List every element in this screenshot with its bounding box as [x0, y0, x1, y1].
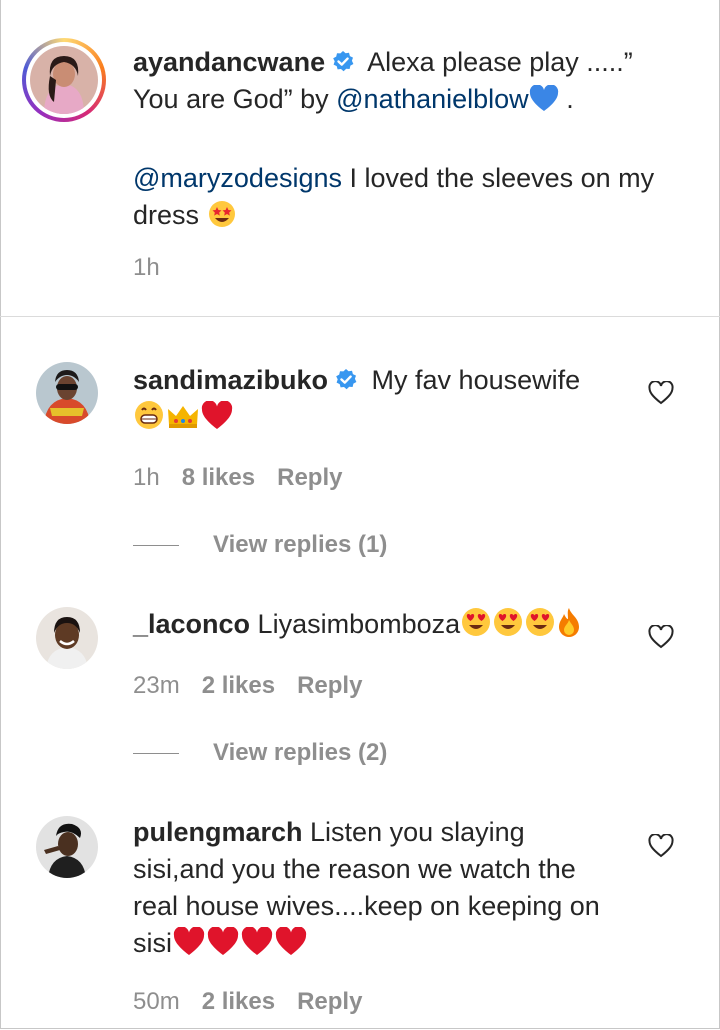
verified-badge-icon — [336, 369, 357, 390]
comment-username[interactable]: _laconco — [133, 609, 250, 639]
comment-text: pulengmarch Listen you slaying sisi,and … — [133, 814, 600, 967]
star-struck-emoji-icon — [207, 199, 237, 239]
avatar[interactable] — [30, 46, 98, 114]
comment-text: sandimazibuko My fav housewife — [133, 362, 580, 441]
view-replies-button[interactable]: View replies (2) — [133, 739, 387, 767]
verified-badge-icon — [333, 51, 354, 72]
red-heart-emoji-icon — [274, 926, 308, 967]
mention-link[interactable]: @nathanielblow — [336, 84, 529, 114]
avatar[interactable] — [36, 816, 98, 878]
reply-button[interactable]: Reply — [297, 672, 362, 699]
red-heart-emoji-icon — [206, 926, 240, 967]
reply-button[interactable]: Reply — [297, 988, 362, 1015]
like-heart-icon[interactable] — [648, 834, 674, 858]
like-heart-icon[interactable] — [648, 625, 674, 649]
blue-heart-emoji-icon — [529, 84, 559, 123]
timestamp: 1h — [133, 464, 160, 491]
caption-username[interactable]: ayandancwane — [133, 47, 325, 77]
comment-text: _laconco Liyasimbomboza — [133, 606, 582, 648]
mention-link[interactable]: @maryzodesigns — [133, 163, 342, 193]
timestamp: 23m — [133, 672, 180, 699]
heart-eyes-emoji-icon — [492, 606, 524, 648]
likes-count[interactable]: 2 likes — [202, 988, 275, 1015]
divider — [0, 316, 720, 317]
comment-username[interactable]: sandimazibuko — [133, 365, 328, 395]
view-replies-button[interactable]: View replies (1) — [133, 531, 387, 559]
comment-meta: 1h 8 likes Reply — [133, 464, 364, 492]
timestamp: 1h — [133, 254, 160, 281]
heart-eyes-emoji-icon — [524, 606, 556, 648]
likes-count[interactable]: 8 likes — [182, 464, 255, 491]
red-heart-emoji-icon — [201, 400, 233, 441]
caption-meta: 1h — [133, 254, 182, 282]
red-heart-emoji-icon — [240, 926, 274, 967]
fire-emoji-icon — [556, 606, 582, 648]
reply-button[interactable]: Reply — [277, 464, 342, 491]
avatar[interactable] — [36, 362, 98, 424]
like-heart-icon[interactable] — [648, 381, 674, 405]
timestamp: 50m — [133, 988, 180, 1015]
comment-meta: 50m 2 likes Reply — [133, 988, 384, 1016]
comment-meta: 23m 2 likes Reply — [133, 672, 384, 700]
avatar[interactable] — [36, 607, 98, 669]
story-ring[interactable] — [22, 38, 106, 122]
red-heart-emoji-icon — [172, 926, 206, 967]
caption-text: ayandancwane Alexa please play .....” Yo… — [133, 44, 654, 239]
grinning-emoji-icon — [133, 399, 165, 441]
heart-eyes-emoji-icon — [460, 606, 492, 648]
crown-emoji-icon — [165, 401, 201, 441]
likes-count[interactable]: 2 likes — [202, 672, 275, 699]
comment-username[interactable]: pulengmarch — [133, 817, 303, 847]
